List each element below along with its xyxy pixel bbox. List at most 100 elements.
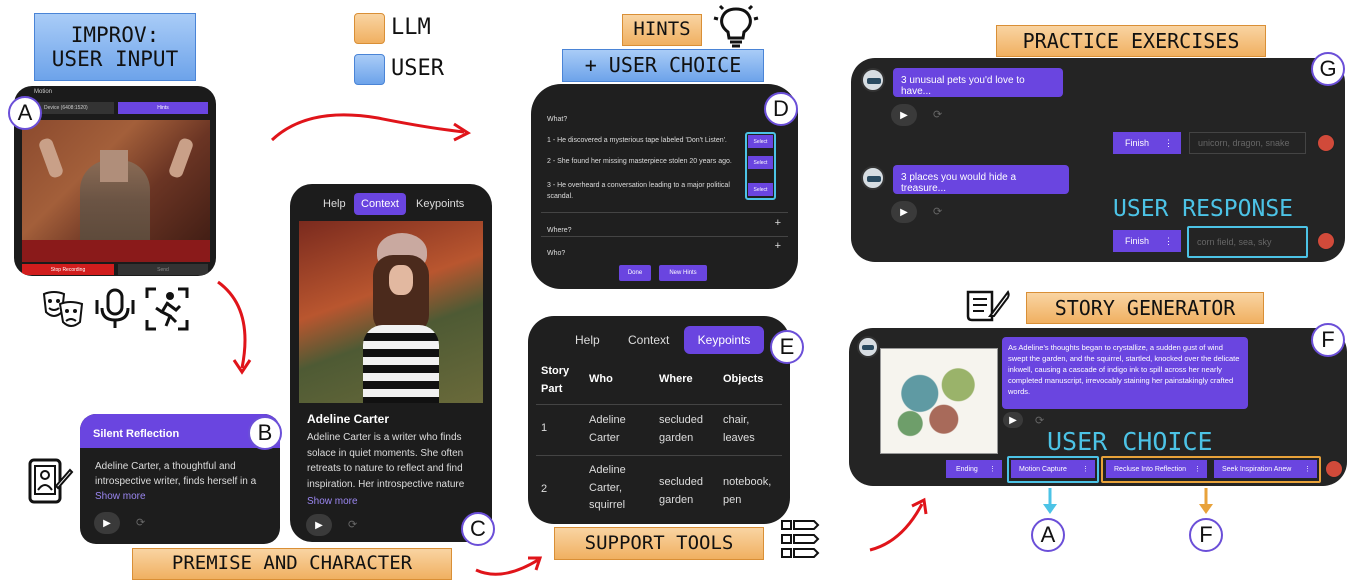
badge-d: D: [764, 92, 798, 126]
character-redo-icon[interactable]: ⟳: [348, 518, 357, 531]
keypoints-tab-keypoints[interactable]: Keypoints: [684, 326, 764, 354]
stop-recording-button[interactable]: Stop Recording: [22, 264, 114, 275]
user-avatar-1: [1317, 134, 1335, 152]
row1-where: secluded garden: [659, 414, 704, 444]
robot-avatar-2: [861, 166, 885, 190]
premise-play-button[interactable]: ▶: [94, 512, 120, 534]
choice-seek-menu-icon[interactable]: ⋮: [1304, 465, 1311, 473]
badge-f-bottom: F: [1189, 518, 1223, 552]
row2-who: Adeline Carter, squirrel: [589, 464, 626, 512]
choice-recluse-menu-icon[interactable]: ⋮: [1194, 465, 1201, 473]
keypoints-tab-context[interactable]: Context: [628, 333, 669, 347]
row1-who: Adeline Carter: [589, 414, 626, 444]
table-row: 2 Adeline Carter, squirrel secluded gard…: [528, 456, 790, 522]
badge-a-bottom: A: [1031, 518, 1065, 552]
hints-label: HINTS: [622, 14, 702, 46]
hints-button[interactable]: Hints: [118, 102, 208, 114]
practice-prompt-2: 3 places you would hide a treasure...: [893, 165, 1069, 194]
raised-arm-right: [167, 136, 195, 180]
illustration-watercolor-leaves: [891, 359, 987, 445]
choice-motion-capture-menu-icon[interactable]: ⋮: [1082, 465, 1089, 473]
badge-a: A: [8, 96, 42, 130]
choice-seek-label: Seek Inspiration Anew: [1222, 465, 1292, 473]
finish-button-2[interactable]: Finish ⋮: [1113, 230, 1181, 252]
select-button-1[interactable]: Select: [748, 135, 773, 148]
character-tab-help[interactable]: Help: [323, 198, 346, 210]
character-tab-keypoints[interactable]: Keypoints: [416, 198, 464, 210]
done-label: Done: [627, 270, 643, 276]
keypoints-tab-help[interactable]: Help: [575, 333, 600, 347]
choice-ending-menu-icon[interactable]: ⋮: [989, 465, 996, 473]
flow-arrow-premise-to-support: [475, 556, 543, 576]
practice-redo-2[interactable]: ⟳: [933, 205, 942, 218]
hint-option-2: 2 - She found her missing masterpiece st…: [547, 158, 732, 165]
flow-arrow-support-to-story: [869, 497, 928, 552]
blurred-face: [100, 150, 128, 182]
story-text: As Adeline's thoughts began to crystalli…: [1008, 343, 1240, 396]
finish-menu-icon-2[interactable]: ⋮: [1164, 236, 1173, 247]
keypoints-header-story-part: Story Part: [541, 365, 570, 395]
checklist-icon: [780, 518, 822, 565]
choice-ending-button[interactable]: Ending ⋮: [946, 460, 1002, 478]
who-row[interactable]: Who? +: [547, 240, 787, 257]
select-button-3[interactable]: Select: [748, 183, 773, 196]
story-play-button[interactable]: ▶: [1003, 412, 1023, 428]
character-play-button[interactable]: ▶: [306, 514, 332, 536]
new-hints-label: New Hints: [669, 270, 697, 276]
badge-b: B: [248, 416, 282, 450]
send-label: Send: [157, 266, 169, 273]
story-robot-avatar: [857, 336, 879, 358]
keypoints-panel: Help Context Keypoints Story Part Who Wh…: [528, 316, 790, 524]
story-redo-icon[interactable]: ⟳: [1035, 414, 1044, 427]
robot-avatar-1: [861, 68, 885, 92]
hints-panel: What? 1 - He discovered a mysterious tap…: [531, 84, 798, 289]
where-row[interactable]: Where? +: [547, 217, 787, 234]
practice-panel: 3 unusual pets you'd love to have... ▶ ⟳…: [851, 58, 1345, 262]
premise-redo-icon[interactable]: ⟳: [136, 516, 145, 529]
select-button-3-label: Select: [753, 186, 768, 193]
character-portrait: [299, 221, 483, 403]
character-card: Help Context Keypoints Adeline Carter Ad…: [290, 184, 492, 542]
finish-menu-icon-1[interactable]: ⋮: [1164, 138, 1173, 149]
hint-option-3: 3 - He overheard a conversation leading …: [547, 182, 730, 201]
practice-input-1-text: unicorn, dragon, snake: [1198, 138, 1290, 148]
choice-seek-button[interactable]: Seek Inspiration Anew ⋮: [1214, 460, 1317, 478]
badge-f: F: [1311, 323, 1345, 357]
select-button-2[interactable]: Select: [748, 156, 773, 169]
row2-objects: notebook, pen: [723, 476, 772, 506]
flow-arrow-improv-to-premise: [217, 280, 252, 375]
finish-button-1[interactable]: Finish ⋮: [1113, 132, 1181, 154]
keypoints-header-where: Where: [659, 373, 693, 385]
character-tab-context[interactable]: Context: [354, 193, 406, 215]
microphone-icon: [92, 286, 138, 337]
where-expand-icon[interactable]: +: [775, 217, 781, 229]
practice-play-2[interactable]: ▶: [891, 201, 917, 223]
raised-arm-left: [37, 136, 65, 180]
premise-show-more[interactable]: Show more: [95, 491, 146, 502]
row2-part: 2: [541, 483, 548, 495]
keypoints-header-objects: Objects: [723, 373, 764, 385]
select-button-1-label: Select: [753, 138, 768, 145]
practice-input-2[interactable]: corn field, sea, sky: [1187, 226, 1308, 258]
character-show-more[interactable]: Show more: [307, 496, 358, 507]
row1-part: 1: [541, 422, 548, 434]
done-button[interactable]: Done: [619, 265, 651, 281]
choice-recluse-button[interactable]: Recluse Into Reflection ⋮: [1106, 460, 1207, 478]
story-user-avatar: [1325, 460, 1343, 478]
story-generator-label: STORY GENERATOR: [1026, 292, 1264, 324]
row2-where: secluded garden: [659, 476, 704, 506]
portrait-face: [389, 265, 413, 295]
choice-motion-capture-button[interactable]: Motion Capture ⋮: [1011, 460, 1095, 478]
support-tools-label: SUPPORT TOOLS: [554, 527, 764, 560]
practice-input-1[interactable]: unicorn, dragon, snake: [1189, 132, 1306, 154]
badge-e: E: [770, 330, 804, 364]
practice-play-1[interactable]: ▶: [891, 104, 917, 126]
send-button[interactable]: Send: [118, 264, 208, 275]
legend-user-swatch: [354, 54, 385, 85]
who-expand-icon[interactable]: +: [775, 240, 781, 252]
finish-label-1: Finish: [1125, 138, 1150, 148]
table-row: 1 Adeline Carter secluded garden chair, …: [528, 405, 790, 455]
finish-label-2: Finish: [1125, 236, 1150, 246]
new-hints-button[interactable]: New Hints: [659, 265, 707, 281]
practice-redo-1[interactable]: ⟳: [933, 108, 942, 121]
